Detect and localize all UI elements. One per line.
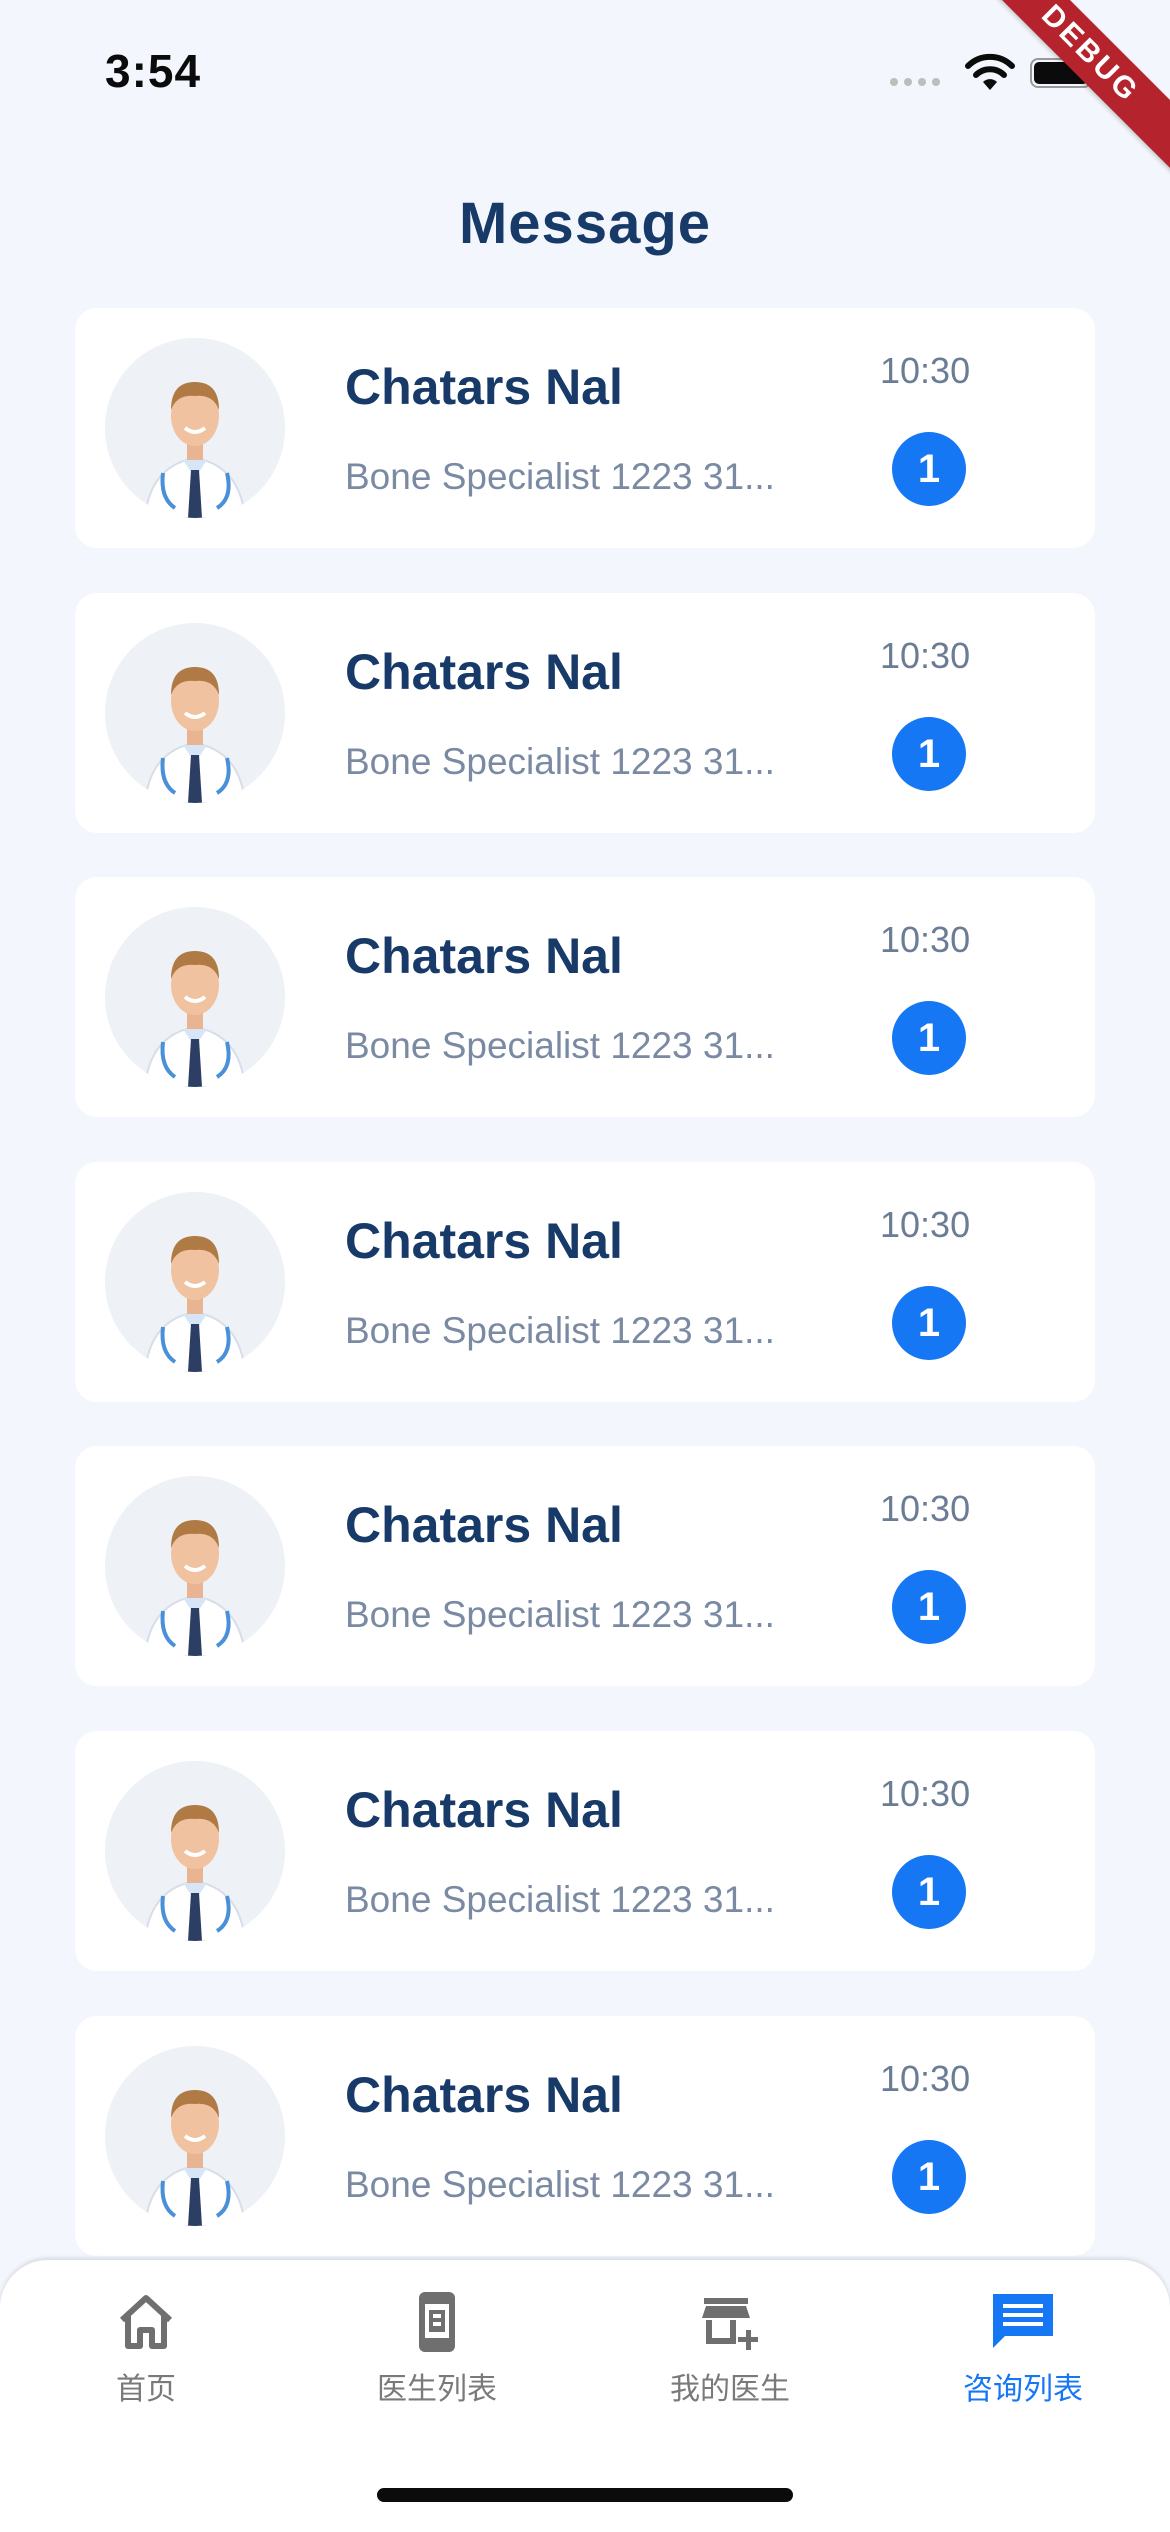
avatar: [105, 1191, 285, 1372]
doctor-description: Bone Specialist 1223 31...: [345, 1309, 775, 1351]
message-time: 10:30: [880, 1772, 971, 1814]
nav-item-my-doctor[interactable]: 我的医生: [620, 2290, 840, 2410]
page-title: Message: [458, 191, 712, 256]
message-time: 10:30: [880, 2057, 971, 2099]
doctor-description: Bone Specialist 1223 31...: [345, 2163, 775, 2205]
nav-label-consultation-list: 咨询列表: [963, 2372, 1083, 2407]
doctor-name: Chatars Nal: [345, 359, 623, 415]
doctor-description: Bone Specialist 1223 31...: [345, 740, 775, 782]
add-store-icon: [702, 2298, 758, 2350]
unread-badge: 1: [892, 432, 966, 506]
doctor-name: Chatars Nal: [345, 643, 623, 700]
message-icon: [993, 2294, 1053, 2348]
message-time: 10:30: [880, 1203, 971, 1245]
message-time: 10:30: [880, 919, 971, 961]
unread-badge: 1: [892, 2139, 966, 2214]
message-card[interactable]: Chatars Nal Bone Specialist 1223 31... 1…: [75, 877, 1095, 1118]
nav-label-my-doctor: 我的医生: [670, 2372, 790, 2407]
unread-badge: 1: [892, 1854, 966, 1929]
nav-item-consultation-list[interactable]: 咨询列表: [913, 2290, 1133, 2410]
doctor-list-icon: [419, 2292, 455, 2352]
nav-item-doctor-list[interactable]: 医生列表: [327, 2290, 547, 2410]
avatar: [105, 907, 285, 1088]
nav-label-doctor-list: 医生列表: [377, 2372, 497, 2407]
doctor-description: Bone Specialist 1223 31...: [345, 456, 775, 497]
doctor-name: Chatars Nal: [345, 2066, 623, 2123]
home-indicator: [377, 2488, 793, 2502]
unread-badge: 1: [892, 716, 966, 791]
unread-badge: 1: [892, 1285, 966, 1360]
nav-label-home: 首页: [116, 2372, 176, 2407]
doctor-description: Bone Specialist 1223 31...: [345, 1878, 775, 1920]
doctor-name: Chatars Nal: [345, 1497, 623, 1554]
doctor-name: Chatars Nal: [345, 928, 623, 985]
doctor-description: Bone Specialist 1223 31...: [345, 1594, 775, 1636]
wifi-icon: [965, 53, 1015, 90]
message-card[interactable]: Chatars Nal Bone Specialist 1223 31... 1…: [75, 1730, 1095, 1971]
avatar: [105, 338, 285, 518]
message-card[interactable]: Chatars Nal Bone Specialist 1223 31... 1…: [75, 592, 1095, 833]
avatar: [105, 622, 285, 803]
unread-badge: 1: [892, 1570, 966, 1645]
unread-badge: 1: [892, 1001, 966, 1076]
status-time: 3:54: [105, 45, 202, 97]
message-time: 10:30: [880, 1488, 971, 1530]
avatar: [105, 1476, 285, 1657]
doctor-name: Chatars Nal: [345, 1781, 623, 1838]
avatar: [105, 1760, 285, 1941]
message-time: 10:30: [880, 350, 971, 391]
message-card[interactable]: Chatars Nal Bone Specialist 1223 31... 1…: [75, 1446, 1095, 1687]
doctor-name: Chatars Nal: [345, 1212, 623, 1269]
avatar: [105, 2045, 285, 2226]
message-card[interactable]: Chatars Nal Bone Specialist 1223 31... 1…: [75, 2015, 1095, 2256]
message-time: 10:30: [880, 634, 971, 676]
message-card[interactable]: Chatars Nal Bone Specialist 1223 31... 1…: [75, 308, 1095, 548]
doctor-description: Bone Specialist 1223 31...: [345, 1025, 775, 1067]
message-card[interactable]: Chatars Nal Bone Specialist 1223 31... 1…: [75, 1161, 1095, 1402]
home-icon: [119, 2295, 173, 2349]
message-list: Chatars Nal Bone Specialist 1223 31... 1…: [75, 308, 1095, 2300]
status-bar: 3:54: [0, 0, 1170, 140]
cellular-signal-icon: [890, 78, 942, 86]
nav-item-home[interactable]: 首页: [36, 2290, 256, 2410]
